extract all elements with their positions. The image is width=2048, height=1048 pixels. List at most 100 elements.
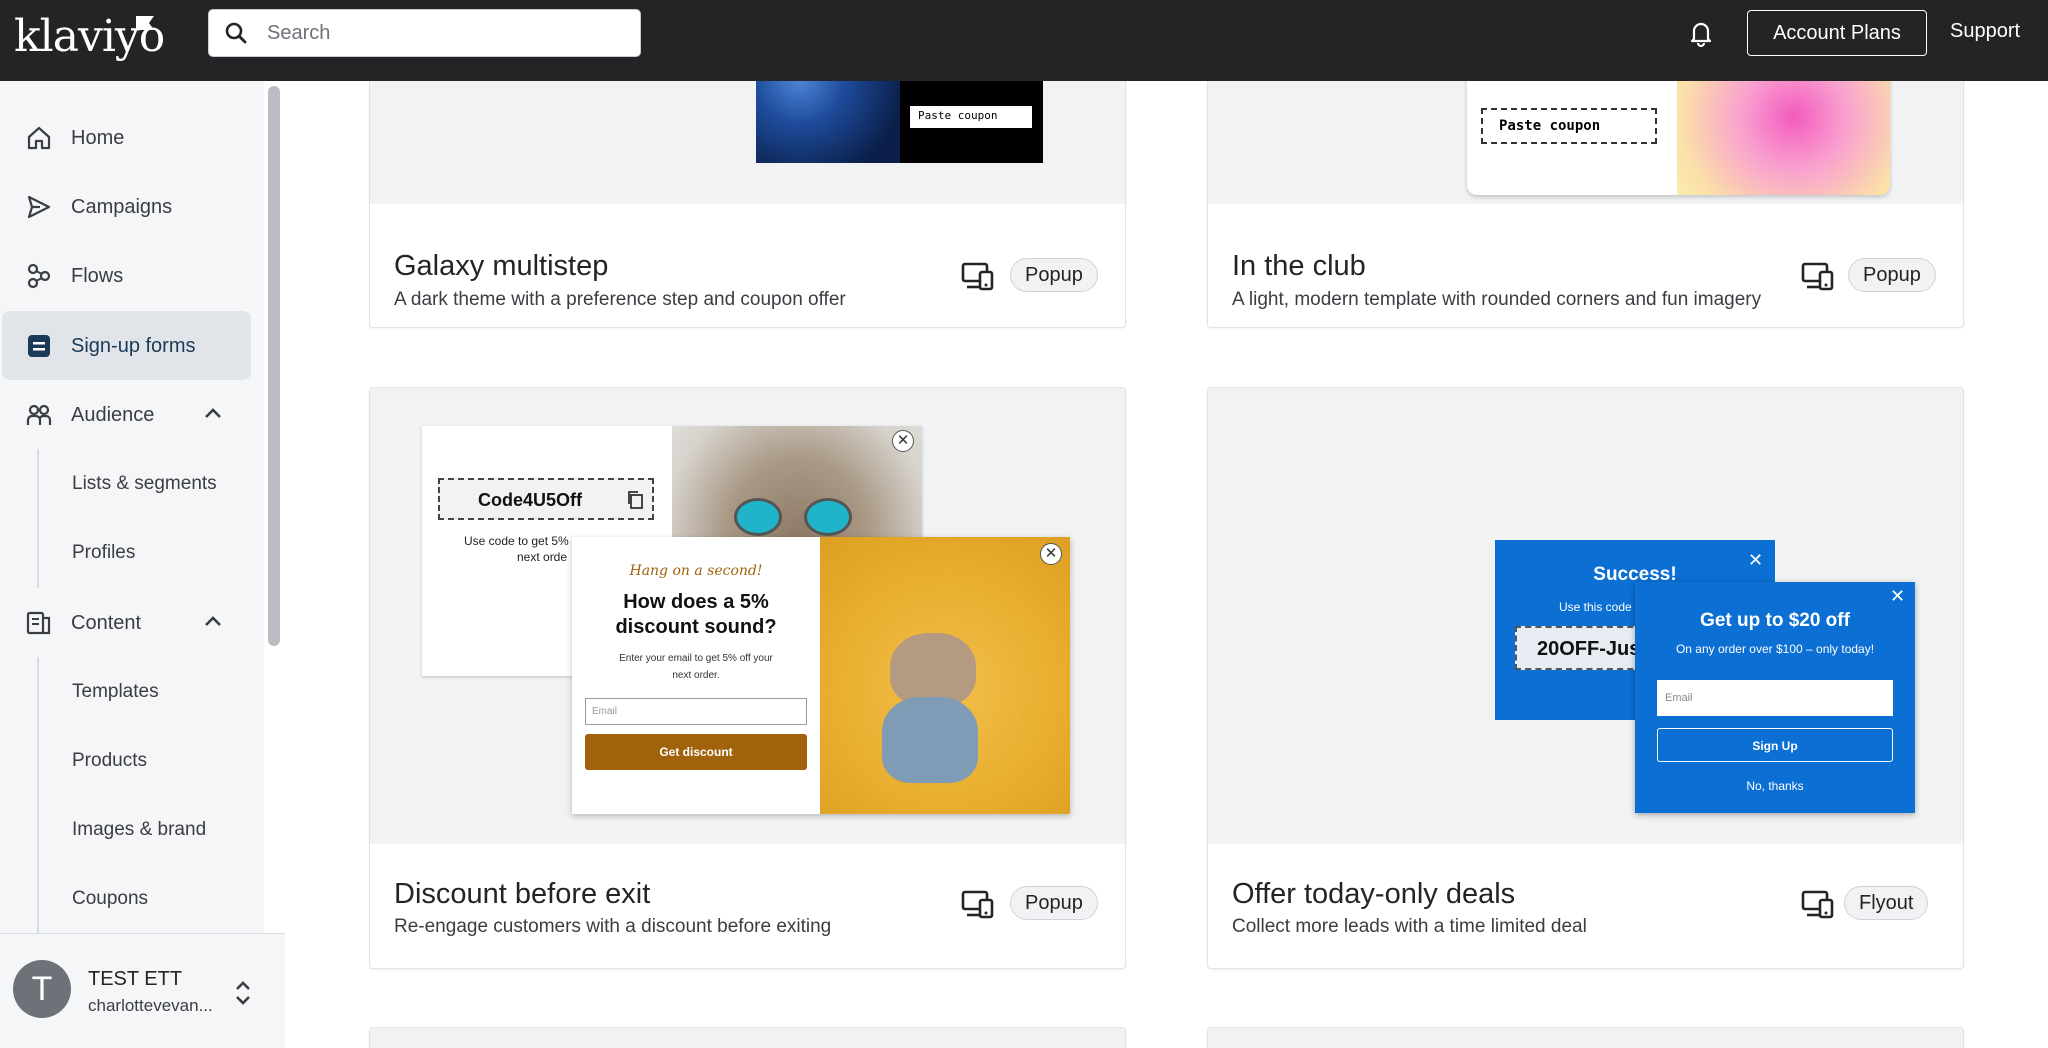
bell-icon[interactable]	[1686, 18, 1716, 48]
template-card-next[interactable]	[1207, 1027, 1964, 1048]
sunglass-lens	[734, 498, 782, 536]
template-description: Collect more leads with a time limited d…	[1232, 916, 1587, 937]
flyout-subline: On any order over $100 – only today!	[1675, 642, 1875, 656]
popup-body-line1: Enter your email to get 5% off your	[619, 653, 773, 664]
coupon-panel: Paste coupon	[900, 81, 1043, 163]
template-description: A light, modern template with rounded co…	[1232, 289, 1762, 310]
sidebar-item-home[interactable]: Home	[2, 103, 251, 172]
sidebar-subitem-coupons[interactable]: Coupons	[72, 888, 148, 910]
code-note-line2: next orde	[517, 550, 568, 564]
template-preview: Paste coupon	[370, 81, 1125, 204]
template-card-next[interactable]	[369, 1027, 1126, 1048]
avatar: T	[13, 960, 71, 1018]
flyout-signup-button: Sign Up	[1657, 728, 1893, 762]
sidebar-item-label: Campaigns	[71, 196, 173, 218]
format-tag: Popup	[1010, 258, 1098, 292]
code-note-line1: Use code to get 5%	[464, 534, 569, 548]
success-note: Use this code	[1559, 600, 1632, 614]
sidebar-item-content[interactable]: Content	[2, 588, 251, 657]
template-preview: ✕ Code4U5Off Use code to get 5% next ord…	[370, 388, 1125, 844]
popup-headline-line1: How does a 5%	[623, 591, 769, 613]
coupon-code: Code4U5Off	[438, 478, 654, 520]
chevron-up-icon[interactable]	[204, 614, 222, 628]
template-title: Galaxy multistep	[394, 250, 609, 282]
sidebar-item-label: Audience	[71, 404, 155, 426]
format-tag: Popup	[1010, 886, 1098, 920]
close-icon: ✕	[1748, 550, 1764, 570]
popup-get-discount-button: Get discount	[585, 734, 807, 770]
template-preview	[370, 1028, 1125, 1048]
sidebar-subitem-templates[interactable]: Templates	[72, 681, 159, 703]
sidebar-subitem-lists-segments[interactable]: Lists & segments	[72, 473, 217, 495]
format-tag: Popup	[1848, 258, 1936, 292]
sidebar-subitem-images-brand[interactable]: Images & brand	[72, 819, 206, 841]
support-link[interactable]: Support	[1950, 20, 2020, 43]
content-sub-rail	[37, 657, 39, 933]
template-title: Discount before exit	[394, 878, 651, 910]
audience-sub-rail	[37, 449, 39, 588]
desktop-mobile-icon	[961, 262, 994, 291]
account-switcher[interactable]: T TEST ETT charlottevevan...	[0, 933, 285, 1048]
template-card-discount-before-exit[interactable]: ✕ Code4U5Off Use code to get 5% next ord…	[369, 387, 1126, 969]
flyout-headline: Get up to $20 off	[1700, 610, 1850, 631]
search-icon	[225, 22, 247, 44]
format-tag: Flyout	[1844, 886, 1929, 920]
popup-headline-line2: discount sound?	[615, 616, 777, 638]
close-icon: ✕	[892, 430, 914, 452]
sidebar-item-campaigns[interactable]: Campaigns	[2, 172, 251, 241]
coupon-field: Paste coupon	[1481, 108, 1657, 144]
search-input[interactable]	[267, 10, 627, 56]
home-icon	[27, 126, 51, 150]
sidebar-item-flows[interactable]: Flows	[2, 241, 251, 310]
coupon-field: Paste coupon	[910, 106, 1032, 128]
sidebar-subitem-profiles[interactable]: Profiles	[72, 542, 135, 564]
template-preview: Paste coupon	[1208, 81, 1963, 204]
flyout-email-field: Email	[1657, 680, 1893, 716]
main-content: Paste coupon Galaxy multistep A dark the…	[285, 81, 2048, 1048]
close-icon: ✕	[1040, 543, 1062, 565]
dog-head	[890, 633, 976, 707]
sidebar-item-label: Home	[71, 127, 125, 149]
sidebar-item-label: Flows	[71, 265, 124, 287]
template-preview: Success! Use this code 20OFF-Jus ✕ ✕ Get…	[1208, 388, 1963, 844]
sidebar-subitem-products[interactable]: Products	[72, 750, 147, 772]
front-popup: ✕ Hang on a second! How does a 5% discou…	[572, 537, 1070, 814]
chevron-up-icon[interactable]	[204, 406, 222, 420]
sidebar-item-audience[interactable]: Audience	[2, 380, 251, 449]
dog-image	[820, 537, 1070, 814]
template-description: A dark theme with a preference step and …	[394, 289, 846, 310]
sidebar-scrollbar-thumb[interactable]	[268, 86, 280, 646]
template-description: Re-engage customers with a discount befo…	[394, 916, 832, 937]
copy-icon	[628, 491, 643, 509]
chevron-up-down-icon[interactable]	[234, 978, 252, 1008]
close-icon: ✕	[1890, 586, 1906, 606]
template-card-in-the-club[interactable]: Paste coupon In the club A light, modern…	[1207, 81, 1964, 328]
template-title: Offer today-only deals	[1232, 878, 1516, 910]
send-icon	[27, 195, 51, 219]
template-preview	[1208, 1028, 1963, 1048]
club-popup: Paste coupon	[1467, 81, 1890, 195]
gradient-image	[1677, 81, 1890, 195]
flyout-panel: ✕ Get up to $20 off On any order over $1…	[1635, 582, 1915, 813]
search-box[interactable]	[208, 9, 641, 57]
flyout-decline: No, thanks	[1746, 779, 1804, 793]
dog-sweater	[882, 697, 978, 783]
sidebar-item-signup-forms[interactable]: Sign-up forms	[2, 311, 251, 380]
template-card-offer-today-only-deals[interactable]: Success! Use this code 20OFF-Jus ✕ ✕ Get…	[1207, 387, 1964, 969]
account-plans-button[interactable]: Account Plans	[1747, 10, 1927, 56]
desktop-mobile-icon	[1801, 262, 1834, 291]
sidebar-item-label: Sign-up forms	[71, 335, 196, 357]
account-email: charlottevevan...	[88, 996, 213, 1015]
flow-icon	[27, 263, 51, 289]
top-bar: klaviyo Account Plans Support	[0, 0, 2048, 81]
template-card-galaxy-multistep[interactable]: Paste coupon Galaxy multistep A dark the…	[369, 81, 1126, 328]
content-icon	[26, 611, 51, 635]
sidebar-item-label: Content	[71, 612, 142, 634]
sunglass-lens	[804, 498, 852, 536]
form-icon	[28, 335, 50, 357]
template-title: In the club	[1232, 250, 1366, 282]
galaxy-image	[756, 81, 900, 163]
popup-eyebrow: Hang on a second!	[629, 563, 763, 579]
popup-email-field: Email	[585, 698, 807, 725]
desktop-mobile-icon	[961, 890, 994, 919]
